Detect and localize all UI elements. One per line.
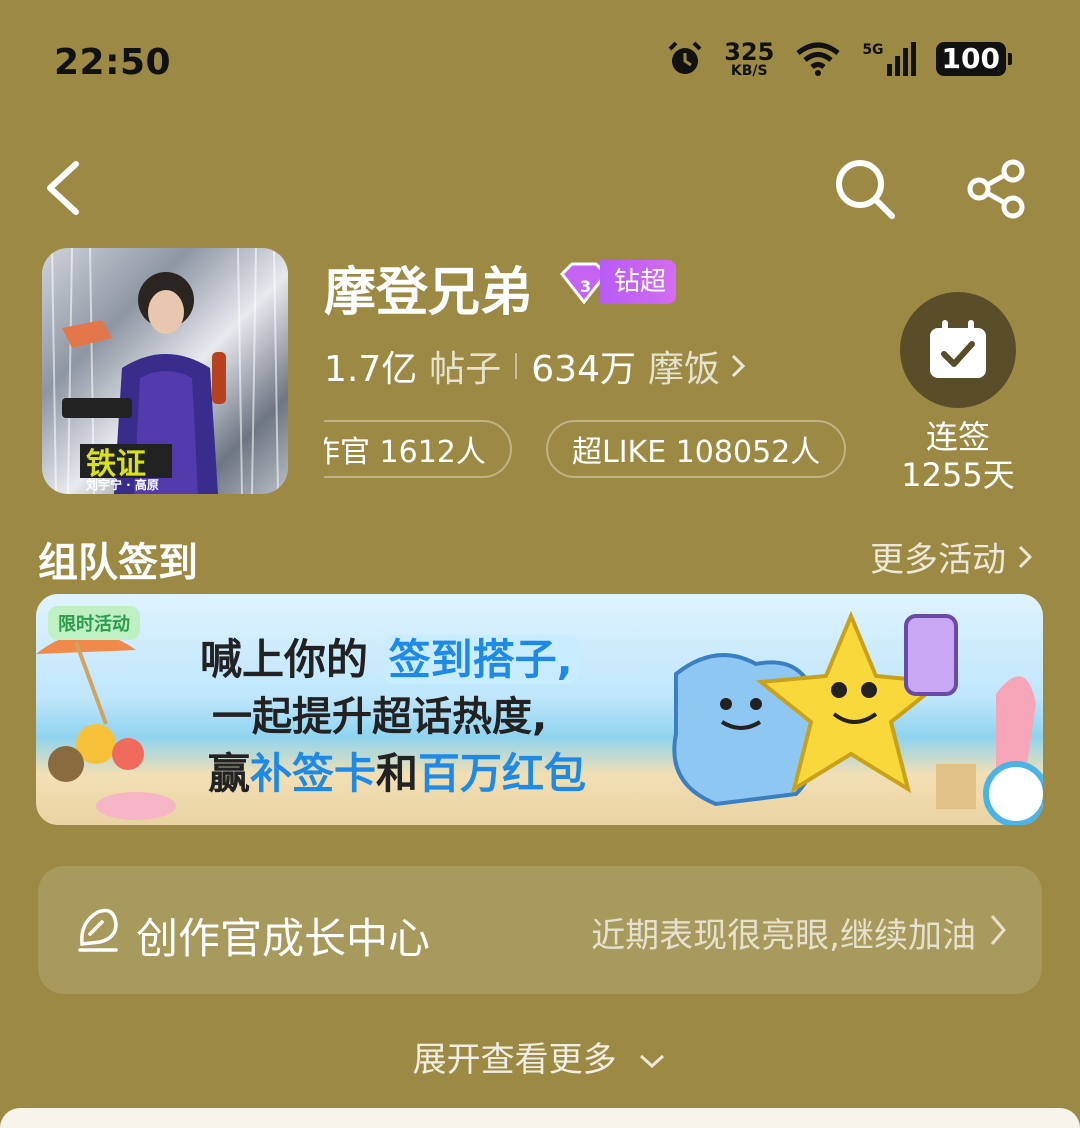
svg-text:3: 3 — [580, 277, 591, 296]
promo-line-1: 喊上你的 签到搭子, — [200, 626, 579, 687]
checkin-button[interactable] — [900, 292, 1016, 408]
checkin-label: 连签 — [925, 418, 990, 456]
promo-line-3-b: 补签卡 — [250, 749, 377, 798]
promo-banner[interactable]: 限时活动 喊上你的 签到搭子, 一起提升超话热度, 赢补签卡和百万红包 — [36, 594, 1043, 825]
topic-title: 摩登兄弟 — [324, 263, 533, 323]
stats-chips-row: 作官 1612人 超LIKE 108052人 — [324, 420, 854, 482]
net-speed: 325 KB/S — [724, 40, 774, 78]
search-button[interactable] — [834, 158, 896, 220]
share-icon — [967, 159, 1025, 219]
creator-pen-icon — [78, 908, 118, 952]
status-time: 22:50 — [54, 42, 172, 83]
battery-indicator: 100 — [935, 41, 1013, 77]
content-sheet-edge — [0, 1108, 1080, 1128]
topic-cover-image: 铁证 刘宇宁 · 高原 — [42, 248, 288, 494]
posts-label: 帖子 — [429, 349, 502, 390]
creator-card-subtitle: 近期表现很亮眼,继续加油 — [591, 916, 976, 956]
cover-artwork: 铁证 — [51, 248, 279, 494]
level-badge: 3 钻超 — [556, 260, 677, 304]
creator-card-title: 创作官成长中心 — [136, 914, 431, 963]
net-speed-unit: KB/S — [730, 63, 768, 79]
more-activities-link[interactable]: 更多活动 — [870, 532, 1034, 581]
chevron-right-icon — [1018, 545, 1033, 568]
topic-stats: 1.7亿 帖子 634万 摩饭 — [324, 340, 748, 392]
share-button[interactable] — [966, 158, 1028, 220]
more-activities-label: 更多活动 — [870, 540, 1006, 580]
calendar-check-icon — [930, 320, 986, 378]
net-speed-value: 325 — [724, 38, 775, 66]
creator-count-chip[interactable]: 作官 1612人 — [324, 420, 512, 478]
back-chevron-icon — [47, 161, 79, 215]
fans-count[interactable]: 634万 — [531, 340, 636, 392]
expand-more-button[interactable]: 展开查看更多 — [0, 1032, 1080, 1081]
network-type: 5G — [862, 42, 884, 58]
expand-more-label: 展开查看更多 — [412, 1040, 617, 1080]
back-button[interactable] — [38, 160, 86, 216]
posts-count: 1.7亿 — [324, 349, 418, 390]
signal-icon: 5G — [862, 42, 916, 76]
promo-line-3-a: 赢 — [208, 749, 251, 798]
chevron-down-icon — [640, 1054, 665, 1069]
fans-label[interactable]: 摩饭 — [648, 340, 720, 392]
limited-time-tag: 限时活动 — [48, 606, 140, 640]
promo-line-3-d: 百万红包 — [418, 749, 587, 798]
badge-label: 钻超 — [600, 260, 677, 304]
checkin-days: 1255天 — [901, 456, 1015, 494]
alarm-icon — [668, 41, 702, 74]
promo-line-1-highlight: 签到搭子, — [382, 635, 579, 684]
checkin-streak: 连签 1255天 — [896, 418, 1020, 494]
stats-divider — [515, 353, 518, 379]
super-like-chip[interactable]: 超LIKE 108052人 — [546, 420, 847, 478]
search-icon — [836, 160, 895, 219]
chevron-right-icon — [990, 915, 1006, 945]
section-title: 组队签到 — [38, 540, 198, 586]
promo-line-3-c: 和 — [376, 749, 419, 798]
status-icons: 325 KB/S 5G 100 — [666, 40, 1013, 78]
promo-line-1-prefix: 喊上你的 — [200, 635, 369, 684]
promo-line-2: 一起提升超话热度, — [212, 694, 548, 740]
wifi-icon — [796, 42, 840, 76]
chevron-right-icon — [731, 354, 746, 378]
promo-line-3: 赢补签卡和百万红包 — [208, 740, 586, 801]
cover-caption: 刘宇宁 · 高原 — [86, 478, 159, 492]
